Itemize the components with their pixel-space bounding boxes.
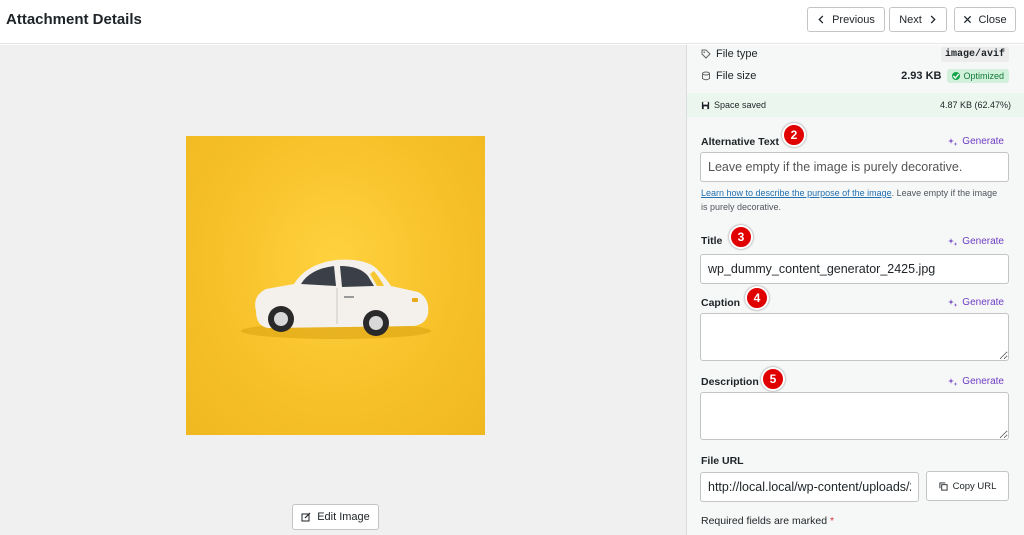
generate-caption-button[interactable]: Generate [948, 297, 1004, 308]
annotation-marker-3: 3 [729, 225, 753, 249]
chevron-right-icon [930, 15, 936, 24]
sparkle-icon [948, 377, 958, 386]
copy-icon [939, 481, 948, 491]
file-size-label: File size [716, 70, 757, 82]
space-saved-label: Space saved [714, 100, 767, 110]
file-type-row: File type image/avif [701, 44, 1009, 64]
previous-label: Previous [832, 13, 875, 26]
annotation-marker-2: 2 [782, 123, 806, 147]
modal-header: Attachment Details Previous Next Close [0, 0, 1024, 44]
title-input[interactable] [700, 254, 1009, 284]
file-url-input[interactable] [700, 472, 919, 502]
sparkle-icon [948, 137, 958, 146]
tag-icon [701, 49, 711, 59]
generate-alt-text-button[interactable]: Generate [948, 136, 1004, 147]
close-button[interactable]: Close [954, 7, 1016, 32]
next-label: Next [899, 13, 922, 26]
file-url-label: File URL [701, 455, 744, 467]
required-star: * [829, 515, 835, 527]
required-fields-note: Required fields are marked * [701, 515, 834, 527]
required-note-text: Required fields are marked [701, 515, 828, 527]
space-saved-row: Space saved 4.87 KB (62.47%) [687, 93, 1024, 117]
description-label: Description [701, 376, 759, 388]
space-saved-value: 4.87 KB (62.47%) [939, 100, 1011, 110]
database-icon [702, 71, 710, 81]
sparkle-icon [948, 298, 958, 307]
attachment-image [186, 136, 485, 435]
check-circle-icon [952, 72, 961, 80]
copy-url-button[interactable]: Copy URL [926, 471, 1009, 501]
close-icon [964, 15, 972, 24]
generate-description-button[interactable]: Generate [948, 376, 1004, 387]
annotation-marker-4: 4 [745, 286, 769, 310]
attachment-details-panel: File type image/avif File size 2.93 KB O… [686, 45, 1024, 535]
optimized-badge: Optimized [947, 69, 1009, 83]
file-size-value: 2.93 KB [901, 70, 942, 82]
caption-textarea[interactable] [700, 313, 1009, 361]
file-type-label: File type [716, 48, 758, 60]
page-title: Attachment Details [6, 11, 142, 28]
edit-image-button[interactable]: Edit Image [292, 504, 379, 530]
previous-button[interactable]: Previous [807, 7, 885, 32]
alt-text-help-link[interactable]: Learn how to describe the purpose of the… [701, 188, 892, 198]
generate-label: Generate [962, 376, 1004, 387]
generate-label: Generate [962, 236, 1004, 247]
next-button[interactable]: Next [889, 7, 947, 32]
alt-text-label: Alternative Text [701, 136, 779, 148]
edit-image-label: Edit Image [317, 511, 370, 523]
file-type-value: image/avif [940, 46, 1009, 62]
annotation-marker-5: 5 [761, 367, 785, 391]
description-textarea[interactable] [700, 392, 1009, 440]
chevron-left-icon [818, 15, 824, 24]
image-preview-area: Edit Image [0, 45, 686, 535]
title-label: Title [701, 235, 723, 247]
edit-icon [301, 512, 311, 522]
generate-label: Generate [962, 136, 1004, 147]
alt-text-input[interactable] [700, 152, 1009, 182]
alt-text-help: Learn how to describe the purpose of the… [701, 186, 1001, 214]
sparkle-icon [948, 237, 958, 246]
close-label: Close [978, 13, 1007, 26]
copy-url-label: Copy URL [952, 480, 997, 492]
car-illustration [241, 259, 431, 339]
save-disk-icon [701, 101, 710, 109]
caption-label: Caption [701, 297, 741, 309]
optimized-label: Optimized [963, 71, 1004, 81]
generate-title-button[interactable]: Generate [948, 236, 1004, 247]
file-size-row: File size 2.93 KB Optimized [701, 66, 1009, 86]
generate-label: Generate [962, 297, 1004, 308]
